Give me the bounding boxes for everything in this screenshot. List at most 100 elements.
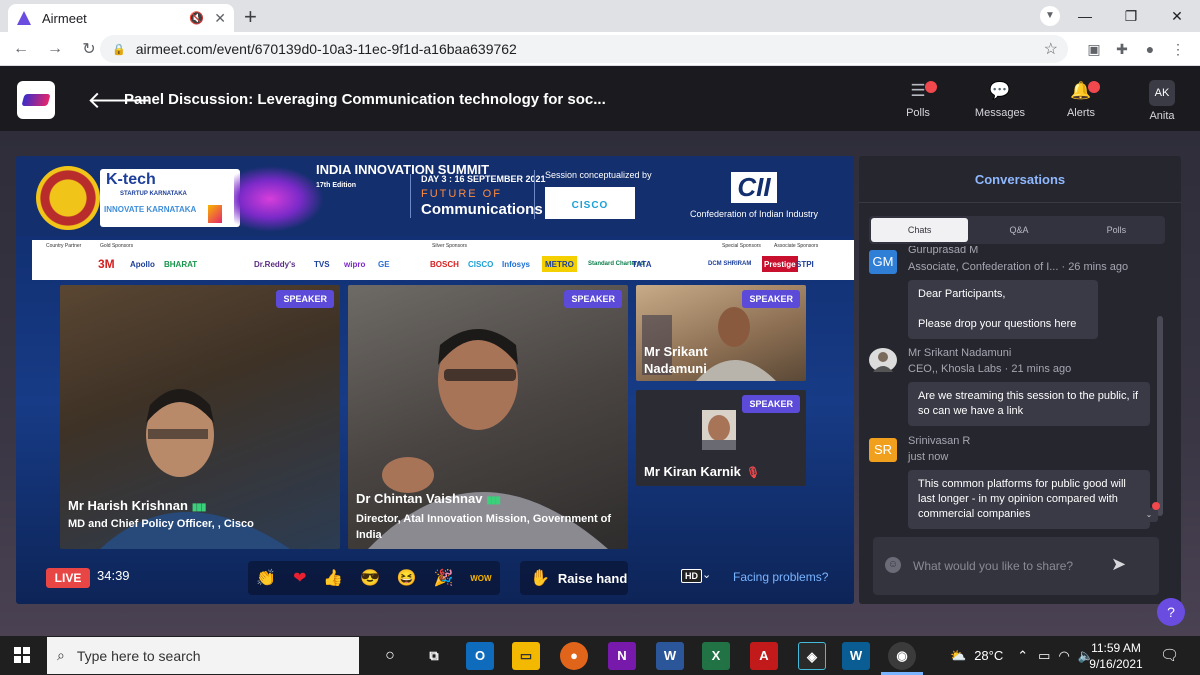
logo-mark (21, 94, 51, 106)
sponsor-label: Associate Sponsors (774, 243, 819, 249)
cool-reaction-icon[interactable]: 😎 (360, 568, 380, 588)
emoji-icon[interactable]: ☺ (885, 557, 901, 573)
battery-icon[interactable]: ▭ (1038, 648, 1050, 664)
sponsor-logo: TATA (632, 259, 652, 269)
cisco-logo: CISCO (545, 187, 635, 219)
sponsor-logo: Apollo (130, 259, 155, 269)
video-tile[interactable]: SPEAKER Mr Srikant Nadamuni (636, 285, 806, 381)
address-bar[interactable]: 🔒 airmeet.com/event/670139d0-10a3-11ec-9… (100, 35, 1068, 63)
session-timer: 34:39 (97, 568, 130, 583)
clock[interactable]: 11:59 AM 9/16/2021 (1086, 640, 1146, 672)
alerts-button[interactable]: 🔔 Alerts (1046, 81, 1116, 119)
new-message-dot (1152, 502, 1160, 510)
back-icon[interactable]: ← (4, 40, 38, 58)
acrobat-icon[interactable]: A (750, 642, 778, 670)
browser-tab[interactable]: Airmeet 🔇 ✕ (8, 4, 234, 32)
sponsor-logo: BHARAT (164, 259, 198, 269)
heart-reaction-icon[interactable]: ❤ (293, 568, 306, 588)
taskbar-search-text: Type here to search (76, 647, 201, 664)
message-meta: just now (908, 451, 949, 463)
laugh-reaction-icon[interactable]: 😆 (397, 568, 417, 588)
search-icon: ⌕ (57, 647, 65, 663)
file-explorer-icon[interactable]: ▭ (512, 642, 540, 670)
message-meta: Associate, Confederation of I... · 26 mi… (908, 261, 1129, 273)
divider (859, 202, 1181, 203)
profile-icon[interactable]: ● (1136, 41, 1164, 57)
video-tile[interactable]: SPEAKER Dr Chintan Vaishnav ▮▮▮ Director,… (348, 285, 628, 549)
outlook-icon[interactable]: O (466, 642, 494, 670)
message-input[interactable]: What would you like to share? (913, 559, 1073, 573)
sponsor-logo: wipro (344, 259, 366, 269)
task-view-icon[interactable]: ⧉ (420, 642, 448, 670)
video-tile[interactable]: SPEAKER Mr Kiran Karnik 🎙 (636, 390, 806, 486)
message-meta: CEO,, Khosla Labs · 21 mins ago (908, 363, 1072, 375)
send-icon[interactable]: ➤ (1111, 554, 1126, 575)
tab-chats[interactable]: Chats (871, 218, 969, 242)
user-name[interactable]: Anita (1141, 110, 1183, 122)
help-button[interactable]: ? (1157, 598, 1185, 626)
facing-problems-link[interactable]: Facing problems? (733, 570, 828, 584)
wifi-icon[interactable]: ◠ (1058, 648, 1069, 664)
speaker-name-text: Dr Chintan Vaishnav (356, 491, 483, 506)
lock-icon[interactable]: 🔒 (112, 43, 126, 56)
speaker-name: Mr Harish Krishnan ▮▮▮ (68, 498, 206, 513)
onenote-icon[interactable]: N (608, 642, 636, 670)
scroll-down-icon[interactable]: ⌄ (1140, 508, 1158, 522)
avatar[interactable]: GM (869, 250, 897, 274)
polls-icon: ☰ (883, 81, 953, 101)
tab-search-icon[interactable]: ▼ (1040, 6, 1060, 26)
message-composer[interactable]: ☺ What would you like to share? ➤ (873, 537, 1159, 595)
tray-chevron-icon[interactable]: ⌃ (1017, 648, 1028, 664)
extension-icon[interactable]: ▣ (1080, 41, 1108, 58)
app-icon[interactable]: ◈ (798, 642, 826, 670)
restore-icon[interactable]: ❐ (1108, 8, 1154, 25)
raise-hand-button[interactable]: ✋ Raise hand (520, 561, 628, 595)
puzzle-icon[interactable]: ✚ (1108, 41, 1136, 58)
forward-icon[interactable]: → (38, 40, 72, 58)
taskbar-search[interactable]: ⌕ Type here to search (47, 637, 359, 674)
hand-icon: ✋ (530, 570, 550, 587)
clap-reaction-icon[interactable]: 👏 (256, 568, 276, 588)
thumbs-up-reaction-icon[interactable]: 👍 (323, 568, 343, 588)
sponsor-logo: BOSCH (430, 259, 459, 269)
conceptualized-by-text: Session conceptualized by (545, 170, 652, 180)
chevron-down-icon[interactable]: ⌄ (702, 568, 711, 581)
tab-polls[interactable]: Polls (1068, 216, 1165, 244)
tab-qa[interactable]: Q&A (970, 216, 1067, 244)
extensions: ▣ ✚ ● ⋮ (1080, 32, 1192, 66)
video-tile[interactable]: SPEAKER Mr Harish Krishnan ▮▮▮ MD and Chi… (60, 285, 340, 549)
party-reaction-icon[interactable]: 🎉 (433, 568, 453, 588)
new-tab-button[interactable]: + (244, 4, 257, 30)
polls-button[interactable]: ☰ Polls (883, 81, 953, 119)
excel-icon[interactable]: X (702, 642, 730, 670)
chrome-icon[interactable]: ◉ (888, 642, 916, 670)
webex-icon[interactable]: W (842, 642, 870, 670)
quality-selector[interactable]: HD (681, 569, 702, 583)
close-tab-icon[interactable]: ✕ (214, 10, 226, 27)
user-avatar[interactable]: AK (1149, 80, 1175, 106)
word-icon[interactable]: W (656, 642, 684, 670)
weather-icon[interactable]: ⛅ (950, 648, 966, 664)
cortana-icon[interactable]: ○ (376, 642, 404, 670)
url-text[interactable]: airmeet.com/event/670139d0-10a3-11ec-9f1… (136, 41, 517, 57)
minimize-icon[interactable]: — (1062, 8, 1108, 24)
avatar[interactable]: SR (869, 438, 897, 462)
weather-temp[interactable]: 28°C (974, 648, 1003, 663)
browser-tab-bar: Airmeet 🔇 ✕ + ▼ — ❐ ✕ (0, 0, 1200, 32)
avatar[interactable] (869, 348, 897, 372)
menu-icon[interactable]: ⋮ (1164, 41, 1192, 58)
sponsor-logo: Infosys (502, 259, 531, 269)
bookmark-star-icon[interactable]: ☆ (1044, 39, 1058, 59)
mute-tab-icon[interactable]: 🔇 (189, 11, 204, 25)
firefox-icon[interactable]: ● (560, 642, 588, 670)
chat-scrollbar[interactable] (1157, 316, 1163, 516)
system-tray: ⛅ 28°C ⌃ ▭ ◠ 🔈 (950, 636, 1094, 675)
windows-start-icon[interactable] (14, 647, 30, 663)
live-badge: LIVE (46, 568, 90, 588)
messages-button[interactable]: 💬 Messages (965, 81, 1035, 119)
notification-icon[interactable]: 🗨 (1160, 646, 1179, 664)
startup-karnataka-text: STARTUP KARNATAKA (120, 191, 187, 197)
close-window-icon[interactable]: ✕ (1154, 8, 1200, 25)
event-logo[interactable] (17, 81, 55, 119)
wow-reaction-icon[interactable]: WOW (470, 574, 491, 583)
